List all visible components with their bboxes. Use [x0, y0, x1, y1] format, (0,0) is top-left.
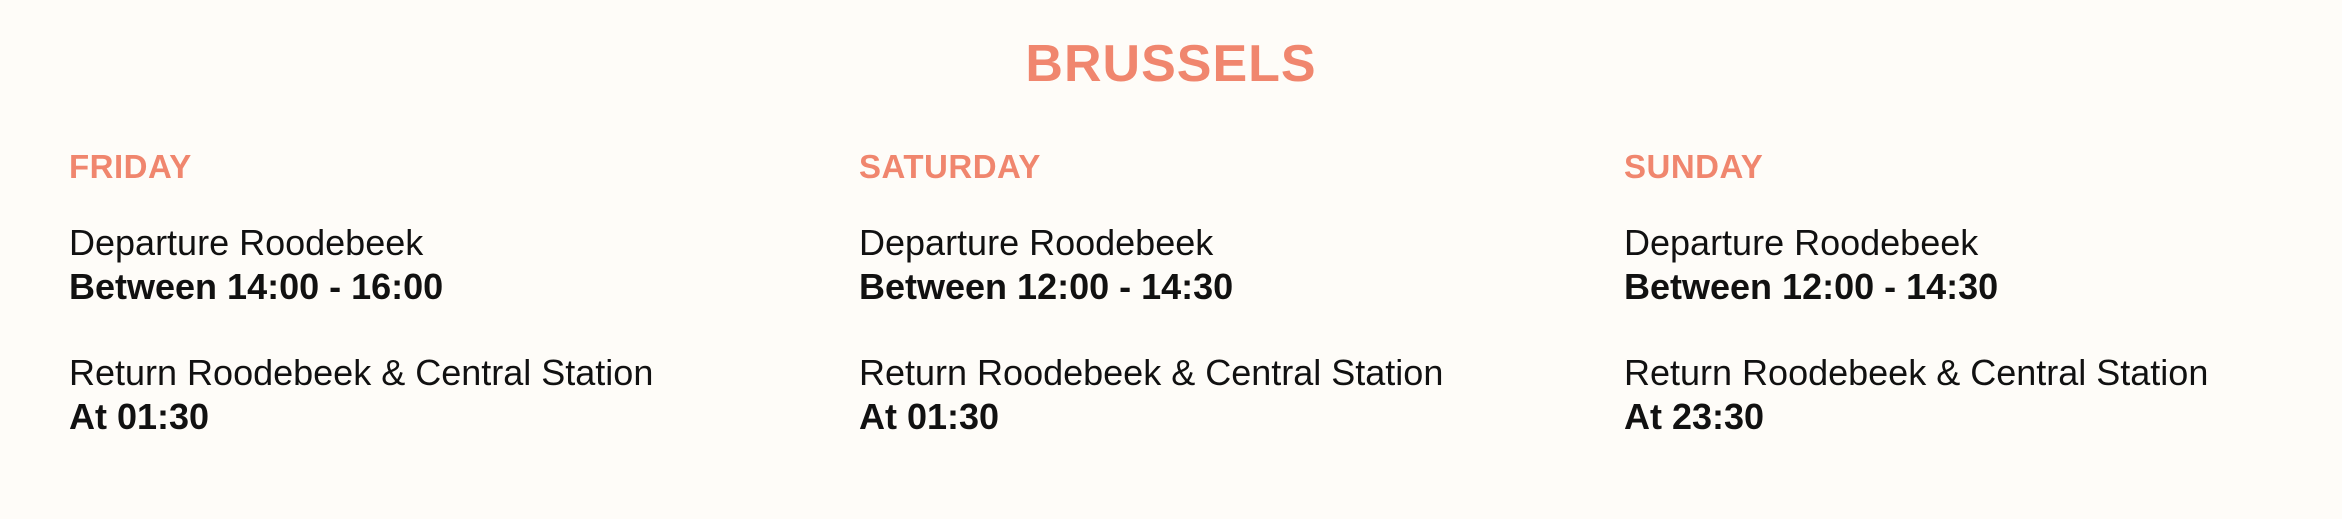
return-block: Return Roodebeek & Central Station At 01… [69, 351, 789, 439]
day-label: SUNDAY [1624, 148, 1764, 185]
departure-label: Departure Roodebeek [69, 222, 424, 263]
day-label: SATURDAY [859, 148, 1041, 185]
return-block: Return Roodebeek & Central Station At 23… [1624, 351, 2342, 439]
return-time: At 23:30 [1624, 396, 1765, 437]
departure-block: Departure Roodebeek Between 14:00 - 16:0… [69, 221, 789, 309]
departure-label: Departure Roodebeek [859, 222, 1214, 263]
return-label: Return Roodebeek & Central Station [1624, 352, 2209, 393]
return-time: At 01:30 [859, 396, 1000, 437]
day-column-friday: FRIDAY Departure Roodebeek Between 14:00… [69, 145, 789, 439]
page-title: BRUSSELS [1025, 35, 1317, 93]
day-column-sunday: SUNDAY Departure Roodebeek Between 12:00… [1624, 145, 2342, 439]
return-label: Return Roodebeek & Central Station [69, 352, 654, 393]
departure-time: Between 12:00 - 14:30 [859, 266, 1234, 307]
departure-time: Between 12:00 - 14:30 [1624, 266, 1999, 307]
departure-block: Departure Roodebeek Between 12:00 - 14:3… [1624, 221, 2342, 309]
departure-block: Departure Roodebeek Between 12:00 - 14:3… [859, 221, 1579, 309]
departure-time: Between 14:00 - 16:00 [69, 266, 444, 307]
return-time: At 01:30 [69, 396, 210, 437]
departure-label: Departure Roodebeek [1624, 222, 1979, 263]
day-column-saturday: SATURDAY Departure Roodebeek Between 12:… [859, 145, 1579, 439]
return-block: Return Roodebeek & Central Station At 01… [859, 351, 1579, 439]
return-label: Return Roodebeek & Central Station [859, 352, 1444, 393]
day-label: FRIDAY [69, 148, 192, 185]
